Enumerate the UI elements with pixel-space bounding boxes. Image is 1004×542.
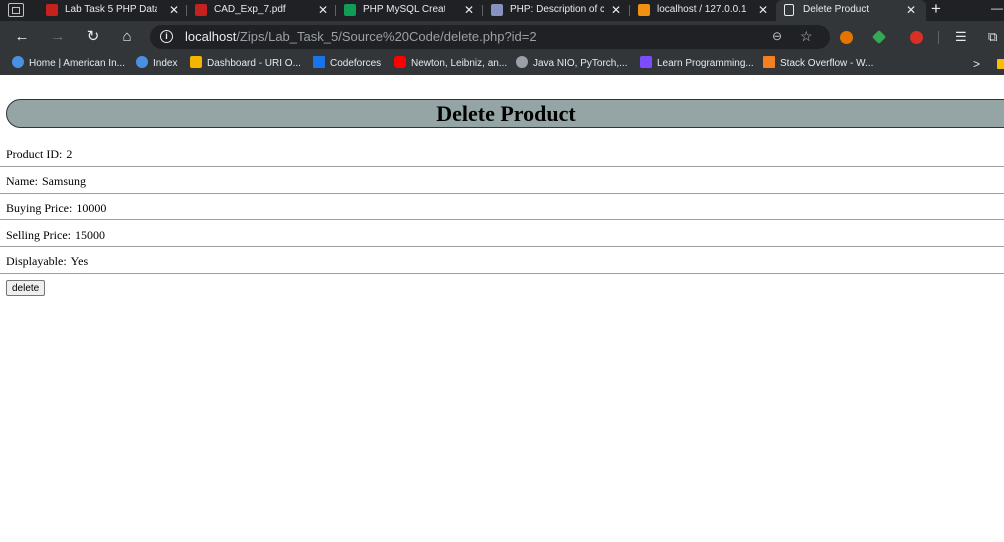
php-icon xyxy=(491,4,503,16)
tab-close-icon[interactable]: ✕ xyxy=(318,0,328,20)
folder-icon[interactable] xyxy=(997,59,1004,69)
stack-overflow-icon xyxy=(763,56,775,68)
collections-icon[interactable]: ⧉ xyxy=(988,27,997,47)
field-value: Samsung xyxy=(42,174,87,188)
tab-close-icon[interactable]: ✕ xyxy=(611,0,621,20)
favorites-list-icon[interactable]: ☰ xyxy=(955,27,967,47)
tab-actions-icon[interactable] xyxy=(8,3,24,17)
field-value: Yes xyxy=(70,254,89,268)
page-icon xyxy=(784,4,794,16)
tab-close-icon[interactable]: ✕ xyxy=(464,0,474,20)
home-icon[interactable]: ⌂ xyxy=(117,27,137,47)
field-buying-price: Buying Price: 10000 xyxy=(6,201,106,216)
bookmark-label: Index xyxy=(153,58,178,69)
w3schools-icon xyxy=(344,4,356,16)
field-value: 15000 xyxy=(75,228,105,242)
divider xyxy=(0,273,1004,274)
bookmark-favicon-icon xyxy=(516,56,528,68)
bookmark-favicon-icon xyxy=(12,56,24,68)
new-tab-icon[interactable]: + xyxy=(931,0,941,19)
field-label: Buying Price: xyxy=(6,201,73,215)
address-bar[interactable]: i localhost/Zips/Lab_Task_5/Source%20Cod… xyxy=(150,25,830,49)
tab-title: CAD_Exp_7.pdf xyxy=(214,4,286,15)
toolbar-separator xyxy=(938,31,939,44)
url-text[interactable]: localhost/Zips/Lab_Task_5/Source%20Code/… xyxy=(185,29,537,44)
bookmark-label: Newton, Leibniz, an... xyxy=(411,58,508,69)
bookmark-codeforces[interactable]: Codeforces xyxy=(313,53,381,75)
bookmark-label: Java NIO, PyTorch,... xyxy=(533,58,628,69)
field-value: 10000 xyxy=(76,201,107,215)
trophy-icon xyxy=(190,56,202,68)
tab-close-icon[interactable]: ✕ xyxy=(169,0,179,20)
field-label: Selling Price: xyxy=(6,228,71,242)
bookmark-home-american[interactable]: Home | American In... xyxy=(12,53,125,75)
field-product-id: Product ID: 2 xyxy=(6,147,72,162)
bookmark-favicon-icon xyxy=(640,56,652,68)
field-label: Name: xyxy=(6,174,38,188)
field-displayable: Displayable: Yes xyxy=(6,254,88,269)
page-title: Delete Product xyxy=(6,99,1004,128)
field-value: 2 xyxy=(66,147,73,161)
tab-cad-exp[interactable]: CAD_Exp_7.pdf ✕ xyxy=(187,0,335,21)
tab-php-mysql-create[interactable]: PHP MySQL Create Da ✕ xyxy=(336,0,482,21)
tab-close-icon[interactable]: ✕ xyxy=(758,0,768,20)
pdf-file-icon xyxy=(46,4,58,16)
tab-delete-product[interactable]: Delete Product ✕ xyxy=(776,0,926,21)
divider xyxy=(0,219,1004,220)
extension-2-icon[interactable] xyxy=(871,29,887,45)
bookmark-label: Codeforces xyxy=(330,58,382,69)
forward-icon[interactable]: → xyxy=(48,27,68,47)
codeforces-icon xyxy=(313,56,325,68)
tab-close-icon[interactable]: ✕ xyxy=(906,0,916,20)
tab-title: Lab Task 5 PHP Databa xyxy=(65,4,157,15)
field-name: Name: Samsung xyxy=(6,174,86,189)
zoom-out-icon[interactable]: ⊖ xyxy=(772,29,782,43)
bookmark-newton-leibniz[interactable]: Newton, Leibniz, an... xyxy=(394,53,507,75)
tab-title: PHP: Description of co xyxy=(510,4,604,15)
bookmarks-overflow-icon[interactable]: > xyxy=(973,53,980,75)
minimize-icon[interactable]: — xyxy=(991,0,1003,16)
tab-title: PHP MySQL Create Da xyxy=(363,4,445,15)
tab-strip: Lab Task 5 PHP Databa ✕ CAD_Exp_7.pdf ✕ … xyxy=(0,0,1004,21)
extension-1-icon[interactable] xyxy=(840,31,853,44)
divider xyxy=(0,166,1004,167)
phpmyadmin-icon xyxy=(638,4,650,16)
url-host: localhost xyxy=(185,29,237,44)
bookmarks-bar: Home | American In... Index Dashboard - … xyxy=(0,53,1004,75)
field-label: Product ID: xyxy=(6,147,63,161)
delete-button[interactable]: delete xyxy=(6,280,46,296)
url-path: /Zips/Lab_Task_5/Source%20Code/delete.ph… xyxy=(236,29,537,44)
bookmark-favicon-icon xyxy=(136,56,148,68)
bookmark-label: Dashboard - URI O... xyxy=(207,58,301,69)
browser-toolbar: ← → ↻ ⌂ i localhost/Zips/Lab_Task_5/Sour… xyxy=(0,21,1004,53)
reload-icon[interactable]: ↻ xyxy=(83,27,103,47)
tab-title: localhost / 127.0.0.1 / xyxy=(657,4,747,15)
add-favorite-icon[interactable]: ☆ xyxy=(800,28,813,45)
back-icon[interactable]: ← xyxy=(12,27,32,47)
tab-phpmyadmin[interactable]: localhost / 127.0.0.1 / ✕ xyxy=(630,0,776,21)
pdf-file-icon xyxy=(195,4,207,16)
field-selling-price: Selling Price: 15000 xyxy=(6,228,105,243)
bookmark-label: Stack Overflow - W... xyxy=(780,58,874,69)
tab-title: Delete Product xyxy=(803,4,870,15)
bookmark-label: Home | American In... xyxy=(29,58,125,69)
bookmark-java-nio[interactable]: Java NIO, PyTorch,... xyxy=(516,53,627,75)
bookmark-learn-programming[interactable]: Learn Programming... xyxy=(640,53,754,75)
divider xyxy=(0,193,1004,194)
bookmark-dashboard-uri[interactable]: Dashboard - URI O... xyxy=(190,53,301,75)
site-info-icon[interactable]: i xyxy=(160,30,173,43)
bookmark-stack-overflow[interactable]: Stack Overflow - W... xyxy=(763,53,873,75)
divider xyxy=(0,246,1004,247)
extension-3-icon[interactable] xyxy=(910,31,923,44)
tab-lab-task-5[interactable]: Lab Task 5 PHP Databa ✕ xyxy=(38,0,186,21)
bookmark-label: Learn Programming... xyxy=(657,58,754,69)
field-label: Displayable: xyxy=(6,254,67,268)
bookmark-index[interactable]: Index xyxy=(136,53,177,75)
page-viewport: Delete Product Product ID: 2 Name: Samsung… xyxy=(0,75,1004,542)
youtube-icon xyxy=(394,56,406,68)
tab-php-description[interactable]: PHP: Description of co ✕ xyxy=(483,0,629,21)
